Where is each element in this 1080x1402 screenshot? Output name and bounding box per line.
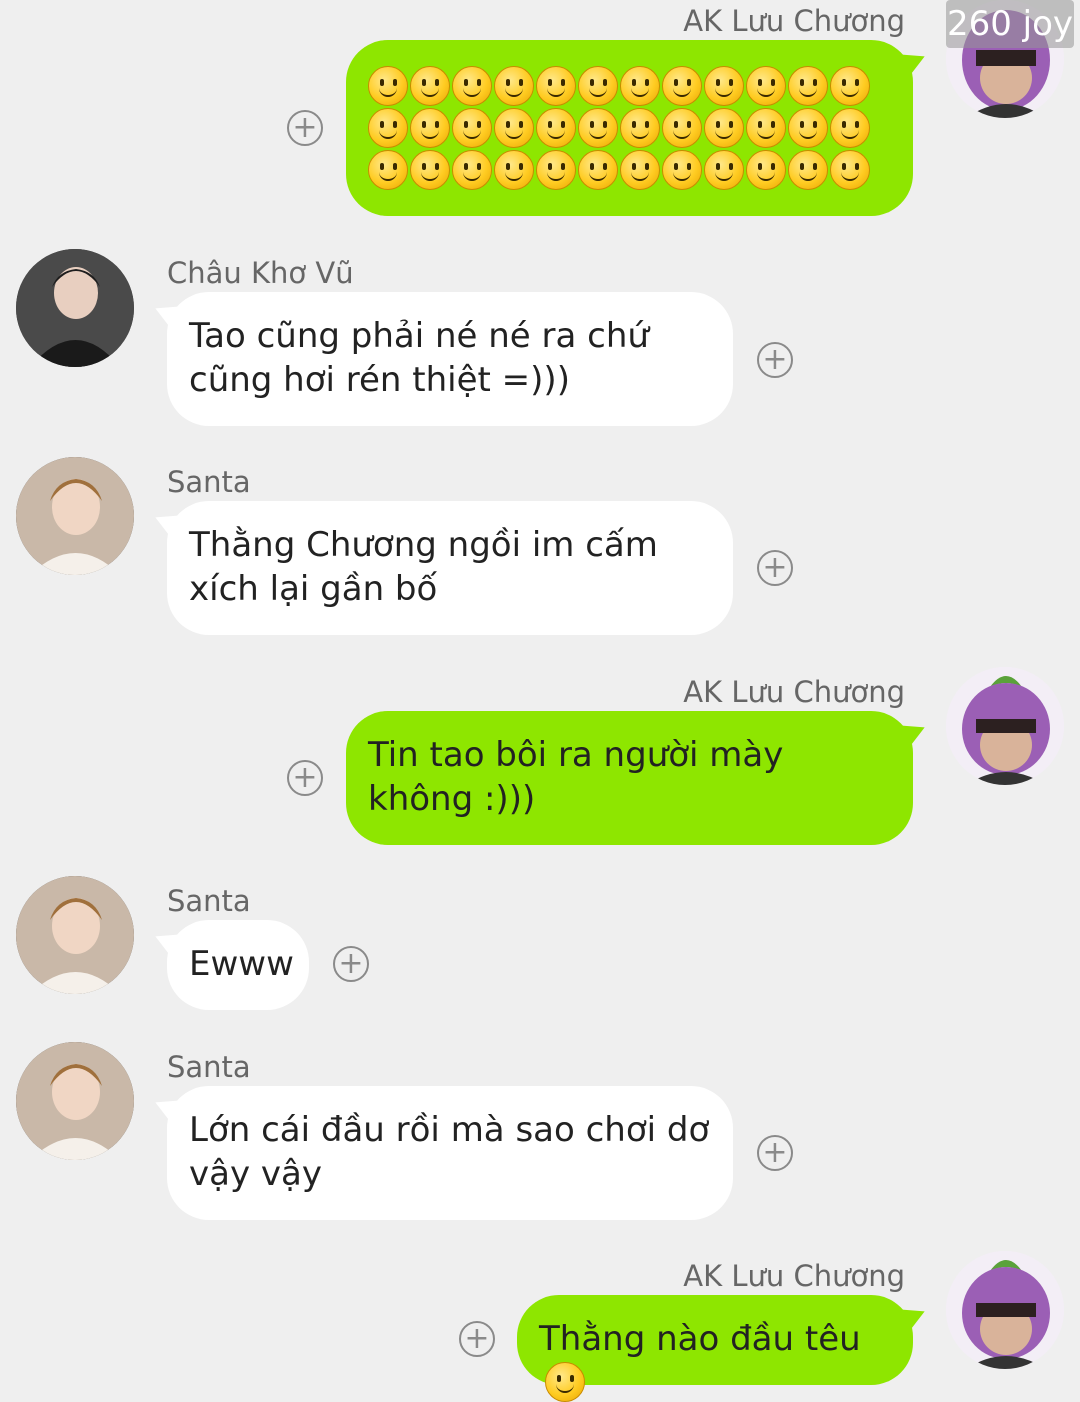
smiling-face-icon xyxy=(494,150,534,190)
add-reaction-button[interactable]: + xyxy=(287,110,323,146)
smiling-face-icon xyxy=(620,108,660,148)
smiling-face-icon xyxy=(746,150,786,190)
person-avatar-icon xyxy=(16,1042,134,1160)
smiling-face-icon xyxy=(830,108,870,148)
plus-circle-icon: + xyxy=(338,946,364,981)
message-bubble[interactable]: Tin tao bôi ra người mày không :))) xyxy=(346,711,913,845)
add-reaction-button[interactable]: + xyxy=(757,342,793,378)
smiling-face-icon xyxy=(410,108,450,148)
add-reaction-button[interactable]: + xyxy=(757,550,793,586)
message-outgoing-7: AK Lưu Chương Thằng nào đầu têu + xyxy=(0,1251,1080,1402)
smiling-face-icon xyxy=(704,108,744,148)
smiling-face-icon xyxy=(545,1362,585,1402)
message-text: Tin tao bôi ra người mày không :))) xyxy=(368,735,784,819)
smiling-face-icon xyxy=(788,66,828,106)
smiling-face-icon xyxy=(536,66,576,106)
smiling-face-icon xyxy=(536,150,576,190)
plus-circle-icon: + xyxy=(762,550,788,585)
smiling-face-icon xyxy=(704,150,744,190)
message-text: Thằng nào đầu têu xyxy=(539,1319,861,1359)
sender-name: Santa xyxy=(167,1050,251,1084)
sender-name: AK Lưu Chương xyxy=(683,4,905,38)
plus-circle-icon: + xyxy=(762,342,788,377)
add-reaction-button[interactable]: + xyxy=(333,946,369,982)
smiling-face-icon xyxy=(368,108,408,148)
smiling-face-icon xyxy=(704,66,744,106)
message-text: Ewww xyxy=(189,944,294,984)
smiling-face-icon xyxy=(662,150,702,190)
emoji-grid xyxy=(368,66,891,190)
person-avatar-icon xyxy=(16,876,134,994)
smiling-face-icon xyxy=(620,66,660,106)
message-bubble[interactable]: Tao cũng phải né né ra chứ cũng hơi rén … xyxy=(167,292,733,426)
person-avatar-icon xyxy=(16,249,134,367)
smiling-face-icon xyxy=(746,108,786,148)
smiling-face-icon xyxy=(578,150,618,190)
message-incoming-6: Santa Lớn cái đầu rồi mà sao chơi dơ vậy… xyxy=(0,1042,1080,1226)
message-outgoing-4: AK Lưu Chương Tin tao bôi ra người mày k… xyxy=(0,667,1080,851)
sender-name: Châu Khơ Vũ xyxy=(167,256,354,290)
message-bubble[interactable]: Lớn cái đầu rồi mà sao chơi dơ vậy vậy xyxy=(167,1086,733,1220)
smiling-face-icon xyxy=(368,66,408,106)
smiling-face-icon xyxy=(788,108,828,148)
smiling-face-icon xyxy=(830,66,870,106)
plus-circle-icon: + xyxy=(292,110,318,145)
message-incoming-2: Châu Khơ Vũ Tao cũng phải né né ra chứ c… xyxy=(0,249,1080,432)
smiling-face-icon xyxy=(788,150,828,190)
smiling-face-icon xyxy=(578,108,618,148)
avatar[interactable] xyxy=(16,1042,134,1160)
smiling-face-icon xyxy=(494,66,534,106)
message-text: Tao cũng phải né né ra chứ cũng hơi rén … xyxy=(189,316,649,400)
avatar[interactable] xyxy=(16,876,134,994)
plus-circle-icon: + xyxy=(762,1135,788,1170)
smiling-face-icon xyxy=(662,108,702,148)
smiling-face-icon xyxy=(620,150,660,190)
sender-name: AK Lưu Chương xyxy=(683,675,905,709)
message-text: Thằng Chương ngồi im cấm xích lại gần bố xyxy=(189,525,658,609)
sender-name: AK Lưu Chương xyxy=(683,1259,905,1293)
message-bubble[interactable]: Ewww xyxy=(167,920,309,1010)
plus-circle-icon: + xyxy=(292,760,318,795)
smiling-face-icon xyxy=(578,66,618,106)
smiling-face-icon xyxy=(452,108,492,148)
smiling-face-icon xyxy=(830,150,870,190)
avatar[interactable] xyxy=(946,667,1064,785)
add-reaction-button[interactable]: + xyxy=(757,1135,793,1171)
smiling-face-icon xyxy=(410,150,450,190)
message-incoming-5: Santa Ewww + xyxy=(0,876,1080,1020)
message-outgoing-1: AK Lưu Chương + xyxy=(0,0,1080,220)
sender-name: Santa xyxy=(167,465,251,499)
smiling-face-icon xyxy=(662,66,702,106)
smiling-face-icon xyxy=(746,66,786,106)
message-bubble[interactable]: Thằng nào đầu têu xyxy=(517,1295,913,1402)
smiling-face-icon xyxy=(452,66,492,106)
eggplant-hat-avatar-icon xyxy=(946,667,1064,785)
plus-circle-icon: + xyxy=(464,1321,490,1356)
add-reaction-button[interactable]: + xyxy=(459,1321,495,1357)
sender-name: Santa xyxy=(167,884,251,918)
message-bubble[interactable]: Thằng Chương ngồi im cấm xích lại gần bố xyxy=(167,501,733,635)
smiling-face-icon xyxy=(410,66,450,106)
eggplant-hat-avatar-icon xyxy=(946,1251,1064,1369)
avatar[interactable] xyxy=(946,1251,1064,1369)
smiling-face-icon xyxy=(494,108,534,148)
smiling-face-icon xyxy=(368,150,408,190)
watermark: 260 joy xyxy=(946,0,1074,48)
smiling-face-icon xyxy=(536,108,576,148)
smiling-face-icon xyxy=(452,150,492,190)
person-avatar-icon xyxy=(16,457,134,575)
message-text: Lớn cái đầu rồi mà sao chơi dơ vậy vậy xyxy=(189,1110,710,1194)
avatar[interactable] xyxy=(16,249,134,367)
message-incoming-3: Santa Thằng Chương ngồi im cấm xích lại … xyxy=(0,457,1080,641)
add-reaction-button[interactable]: + xyxy=(287,760,323,796)
avatar[interactable] xyxy=(16,457,134,575)
message-bubble[interactable] xyxy=(346,40,913,216)
